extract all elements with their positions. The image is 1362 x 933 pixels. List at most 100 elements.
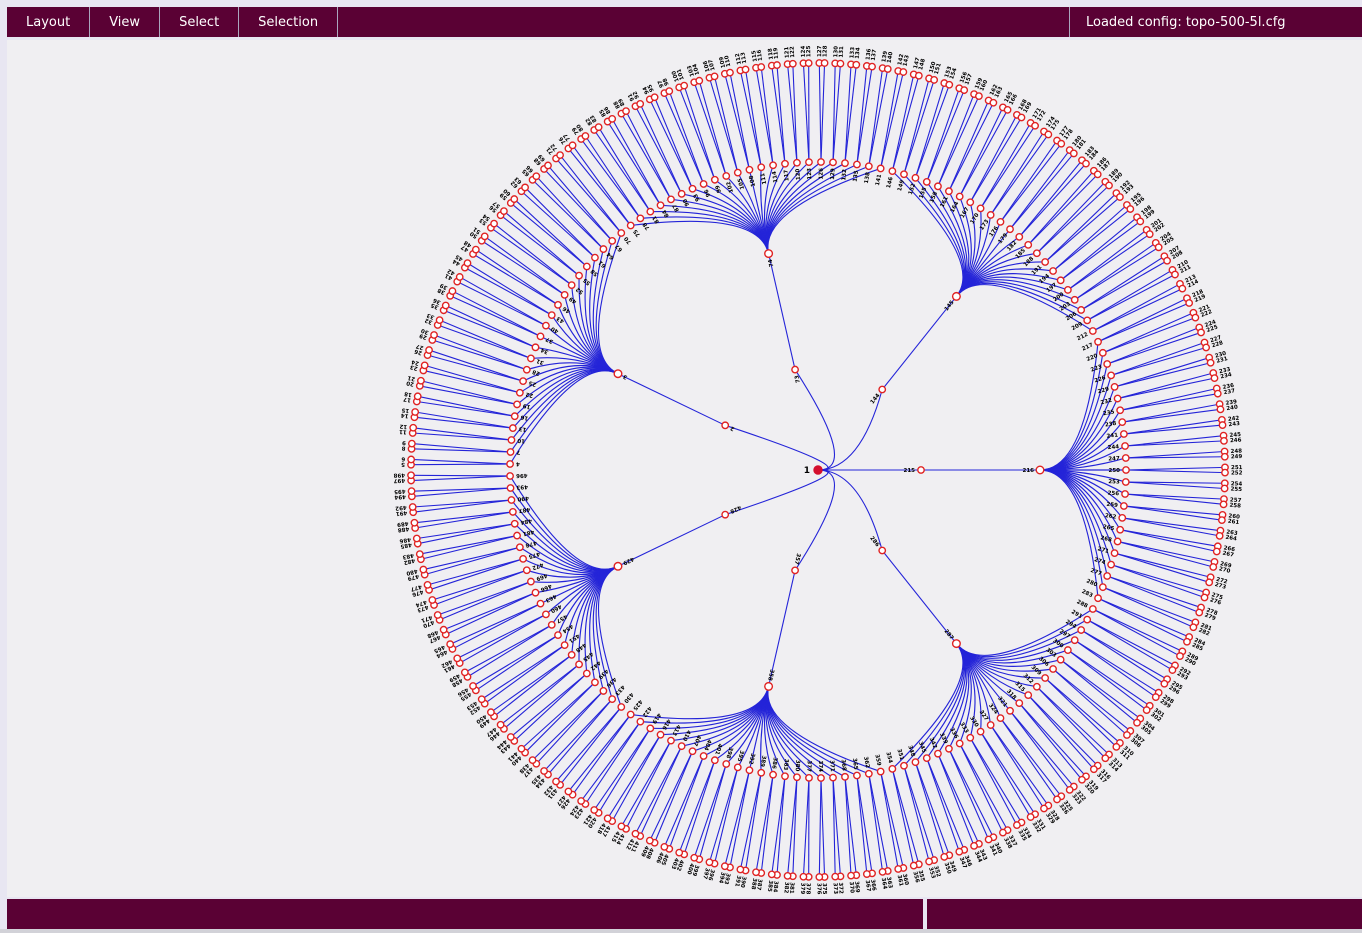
node-144[interactable] <box>879 386 885 392</box>
node-424[interactable] <box>578 798 584 804</box>
node-265[interactable] <box>1117 527 1123 533</box>
node-255[interactable] <box>1221 485 1227 491</box>
node-96[interactable] <box>700 181 706 187</box>
node-410[interactable] <box>678 743 684 749</box>
node-451[interactable] <box>561 642 567 648</box>
node-229[interactable] <box>1111 384 1117 390</box>
node-87[interactable] <box>668 196 674 202</box>
node-48[interactable] <box>473 246 479 252</box>
node-498[interactable] <box>408 472 414 478</box>
node-314[interactable] <box>1102 755 1108 761</box>
node-154[interactable] <box>946 82 952 88</box>
node-108[interactable] <box>746 167 752 173</box>
node-166[interactable] <box>1004 107 1010 113</box>
node-427[interactable] <box>565 788 571 794</box>
node-274[interactable] <box>1108 561 1114 567</box>
node-356[interactable] <box>911 862 917 868</box>
node-249[interactable] <box>1222 454 1228 460</box>
node-146[interactable] <box>889 168 895 174</box>
node-205[interactable] <box>1155 244 1161 250</box>
node-211[interactable] <box>1172 271 1178 277</box>
node-276[interactable] <box>1201 594 1207 600</box>
node-392[interactable] <box>746 767 752 773</box>
node-196[interactable] <box>1127 206 1133 212</box>
node-335[interactable] <box>1014 822 1020 828</box>
node-10[interactable] <box>508 437 514 443</box>
node-167[interactable] <box>967 199 973 205</box>
node-219[interactable] <box>1186 300 1192 306</box>
node-49[interactable] <box>561 292 567 298</box>
node-323[interactable] <box>1066 787 1072 793</box>
node-158[interactable] <box>935 183 941 189</box>
node-326[interactable] <box>1054 796 1060 802</box>
node-285[interactable] <box>1184 639 1190 645</box>
node-128[interactable] <box>821 60 827 66</box>
node-287[interactable] <box>953 640 961 648</box>
node-178[interactable] <box>1058 140 1064 146</box>
node-320[interactable] <box>1079 777 1085 783</box>
node-4[interactable] <box>507 461 513 467</box>
node-404[interactable] <box>700 753 706 759</box>
node-466[interactable] <box>532 589 538 595</box>
node-30[interactable] <box>431 332 437 338</box>
node-86[interactable] <box>609 116 615 122</box>
node-253[interactable] <box>1123 479 1129 485</box>
node-471[interactable] <box>434 612 440 618</box>
node-161[interactable] <box>946 188 952 194</box>
node-98[interactable] <box>666 88 672 94</box>
node-264[interactable] <box>1216 533 1222 539</box>
node-324[interactable] <box>997 715 1003 721</box>
node-72[interactable] <box>557 152 563 158</box>
node-252[interactable] <box>1222 469 1228 475</box>
node-125[interactable] <box>805 60 811 66</box>
node-486[interactable] <box>414 535 420 541</box>
node-436[interactable] <box>600 688 606 694</box>
node-102[interactable] <box>723 173 729 179</box>
node-209[interactable] <box>1084 317 1090 323</box>
node-225[interactable] <box>1198 329 1204 335</box>
node-237[interactable] <box>1215 390 1221 396</box>
node-138[interactable] <box>866 163 872 169</box>
node-270[interactable] <box>1210 564 1216 570</box>
node-173[interactable] <box>987 212 993 218</box>
node-1[interactable] <box>814 466 822 474</box>
node-280[interactable] <box>1100 584 1106 590</box>
node-157[interactable] <box>961 87 967 93</box>
node-67[interactable] <box>609 238 615 244</box>
node-214[interactable] <box>1179 285 1185 291</box>
node-341[interactable] <box>985 836 991 842</box>
node-493[interactable] <box>507 485 513 491</box>
node-206[interactable] <box>1078 307 1084 313</box>
node-457[interactable] <box>549 622 555 628</box>
node-132[interactable] <box>842 160 848 166</box>
node-77[interactable] <box>569 142 575 148</box>
node-293[interactable] <box>1169 667 1175 673</box>
node-74[interactable] <box>765 250 773 258</box>
node-456[interactable] <box>470 683 476 689</box>
node-358[interactable] <box>765 683 773 691</box>
node-364[interactable] <box>879 869 885 875</box>
node-268[interactable] <box>1114 538 1120 544</box>
node-36[interactable] <box>443 302 449 308</box>
node-89[interactable] <box>623 108 629 114</box>
node-246[interactable] <box>1221 438 1227 444</box>
node-330[interactable] <box>977 728 983 734</box>
node-228[interactable] <box>1203 344 1209 350</box>
node-231[interactable] <box>1207 360 1213 366</box>
node-119[interactable] <box>774 62 780 68</box>
node-234[interactable] <box>1211 375 1217 381</box>
node-15[interactable] <box>412 409 418 415</box>
node-371[interactable] <box>830 774 836 780</box>
node-223[interactable] <box>1104 361 1110 367</box>
node-110[interactable] <box>727 69 733 75</box>
node-134[interactable] <box>853 62 859 68</box>
node-374[interactable] <box>818 775 824 781</box>
node-116[interactable] <box>758 64 764 70</box>
node-299[interactable] <box>1153 694 1159 700</box>
node-339[interactable] <box>946 746 952 752</box>
node-425[interactable] <box>627 711 633 717</box>
node-400[interactable] <box>691 855 697 861</box>
node-80[interactable] <box>582 133 588 139</box>
node-445[interactable] <box>576 661 582 667</box>
node-24[interactable] <box>421 362 427 368</box>
